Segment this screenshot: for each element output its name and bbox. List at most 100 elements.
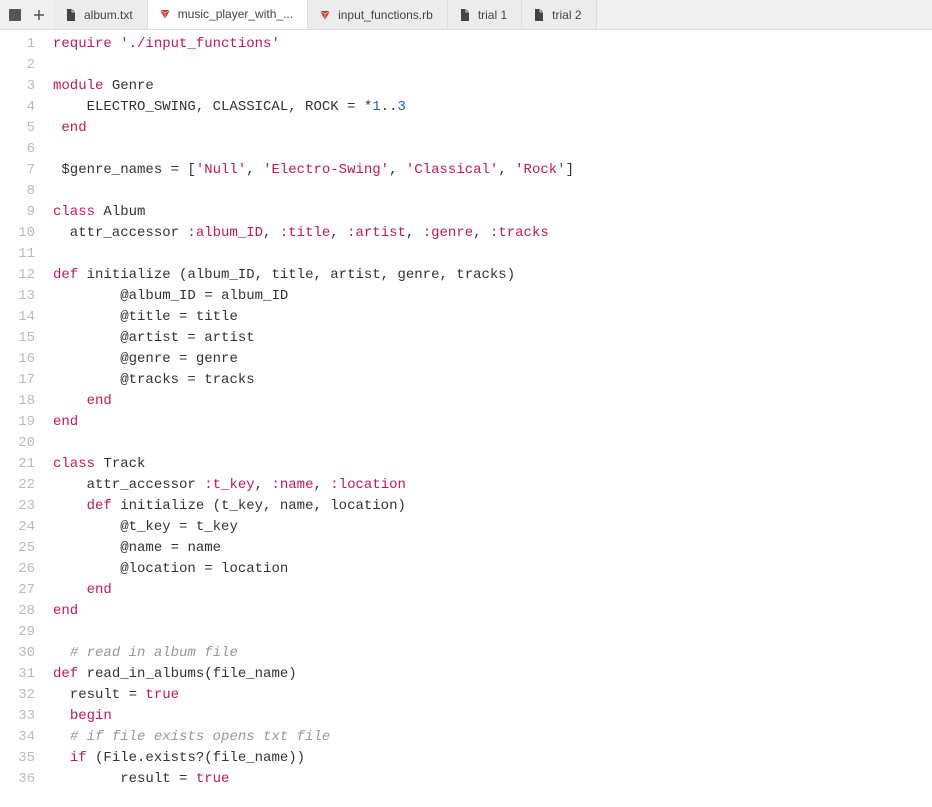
token-at: @album_ID [120,288,196,304]
code-line[interactable]: require './input_functions' [53,34,932,55]
token-pl: , [246,162,263,178]
code-line[interactable]: module Genre [53,76,932,97]
token-kw: def [53,267,78,283]
line-number: 31 [10,664,35,685]
token-pl: = location [196,561,288,577]
line-number: 24 [10,517,35,538]
code-line[interactable]: # read in album file [53,643,932,664]
line-number: 28 [10,601,35,622]
code-line[interactable] [53,55,932,76]
token-def: read_in_albums [87,666,205,682]
token-pl [53,540,120,556]
token-pl [53,750,70,766]
token-pl [103,78,111,94]
token-pl: result = [53,687,145,703]
token-com: # if file exists opens txt file [70,729,330,745]
code-line[interactable]: ELECTRO_SWING, CLASSICAL, ROCK = *1..3 [53,97,932,118]
line-number: 29 [10,622,35,643]
code-line[interactable]: end [53,412,932,433]
line-number: 18 [10,391,35,412]
token-pl [112,498,120,514]
code-line[interactable]: class Track [53,454,932,475]
tab-0[interactable]: album.txt [54,0,148,29]
token-sym: :title [280,225,330,241]
code-line[interactable]: if (File.exists?(file_name)) [53,748,932,769]
tab-2[interactable]: input_functions.rb [308,0,448,29]
code-line[interactable]: @name = name [53,538,932,559]
token-sym: :name [271,477,313,493]
code-line[interactable]: @title = title [53,307,932,328]
code-line[interactable]: end [53,601,932,622]
code-line[interactable]: attr_accessor :t_key, :name, :location [53,475,932,496]
code-line[interactable]: attr_accessor :album_ID, :title, :artist… [53,223,932,244]
token-pl: = t_key [171,519,238,535]
code-line[interactable]: def read_in_albums(file_name) [53,664,932,685]
code-line[interactable] [53,181,932,202]
code-line[interactable] [53,622,932,643]
code-area[interactable]: require './input_functions' module Genre… [45,30,932,807]
file-icon [532,8,546,22]
token-pl: attr_accessor [53,477,204,493]
plus-icon [32,8,46,22]
code-line[interactable]: def initialize (t_key, name, location) [53,496,932,517]
code-line[interactable] [53,139,932,160]
menu-button[interactable] [6,6,24,24]
token-cls: Album [103,204,145,220]
tab-3[interactable]: trial 1 [448,0,522,29]
code-line[interactable]: @t_key = t_key [53,517,932,538]
token-kw: begin [70,708,112,724]
line-number: 7 [10,160,35,181]
code-line[interactable]: end [53,391,932,412]
line-number: 27 [10,580,35,601]
ruby-icon [158,7,172,21]
code-line[interactable]: end [53,118,932,139]
line-number: 36 [10,769,35,790]
token-com: # read in album file [70,645,238,661]
code-line[interactable]: end [53,580,932,601]
line-number-gutter: 1234567891011121314151617181920212223242… [0,30,45,807]
token-pl [53,561,120,577]
code-line[interactable]: @location = location [53,559,932,580]
code-line[interactable]: result = true [53,685,932,706]
new-tab-button[interactable] [30,6,48,24]
token-sym: :tracks [490,225,549,241]
code-line[interactable] [53,433,932,454]
code-line[interactable]: @artist = artist [53,328,932,349]
tab-4[interactable]: trial 2 [522,0,596,29]
file-icon [458,8,472,22]
file-icon [458,8,472,22]
code-line[interactable]: class Album [53,202,932,223]
code-line[interactable]: @genre = genre [53,349,932,370]
token-str: 'Electro-Swing' [263,162,389,178]
token-kw: end [53,414,78,430]
token-pl [53,288,120,304]
token-pl [53,372,120,388]
code-editor[interactable]: 1234567891011121314151617181920212223242… [0,30,932,807]
tab-label: trial 2 [552,8,581,22]
token-kw: end [61,120,86,136]
code-line[interactable]: $genre_names = ['Null', 'Electro-Swing',… [53,160,932,181]
code-line[interactable]: def initialize (album_ID, title, artist,… [53,265,932,286]
line-number: 2 [10,55,35,76]
token-pl: ELECTRO_SWING, CLASSICAL, ROCK = * [53,99,372,115]
tab-1[interactable]: music_player_with_... [148,0,308,29]
token-sym: :artist [347,225,406,241]
code-line[interactable] [53,244,932,265]
code-line[interactable]: @tracks = tracks [53,370,932,391]
token-pl: = album_ID [196,288,288,304]
token-at: @name [120,540,162,556]
line-number: 35 [10,748,35,769]
line-number: 12 [10,265,35,286]
token-pl: ] [566,162,574,178]
token-pl: , [263,225,280,241]
code-line[interactable]: begin [53,706,932,727]
token-kw: end [87,582,112,598]
token-pl: , [389,162,406,178]
code-line[interactable]: # if file exists opens txt file [53,727,932,748]
line-number: 15 [10,328,35,349]
line-number: 3 [10,76,35,97]
code-line[interactable]: @album_ID = album_ID [53,286,932,307]
file-icon [64,8,78,22]
token-sym: :location [330,477,406,493]
code-line[interactable]: result = true [53,769,932,790]
